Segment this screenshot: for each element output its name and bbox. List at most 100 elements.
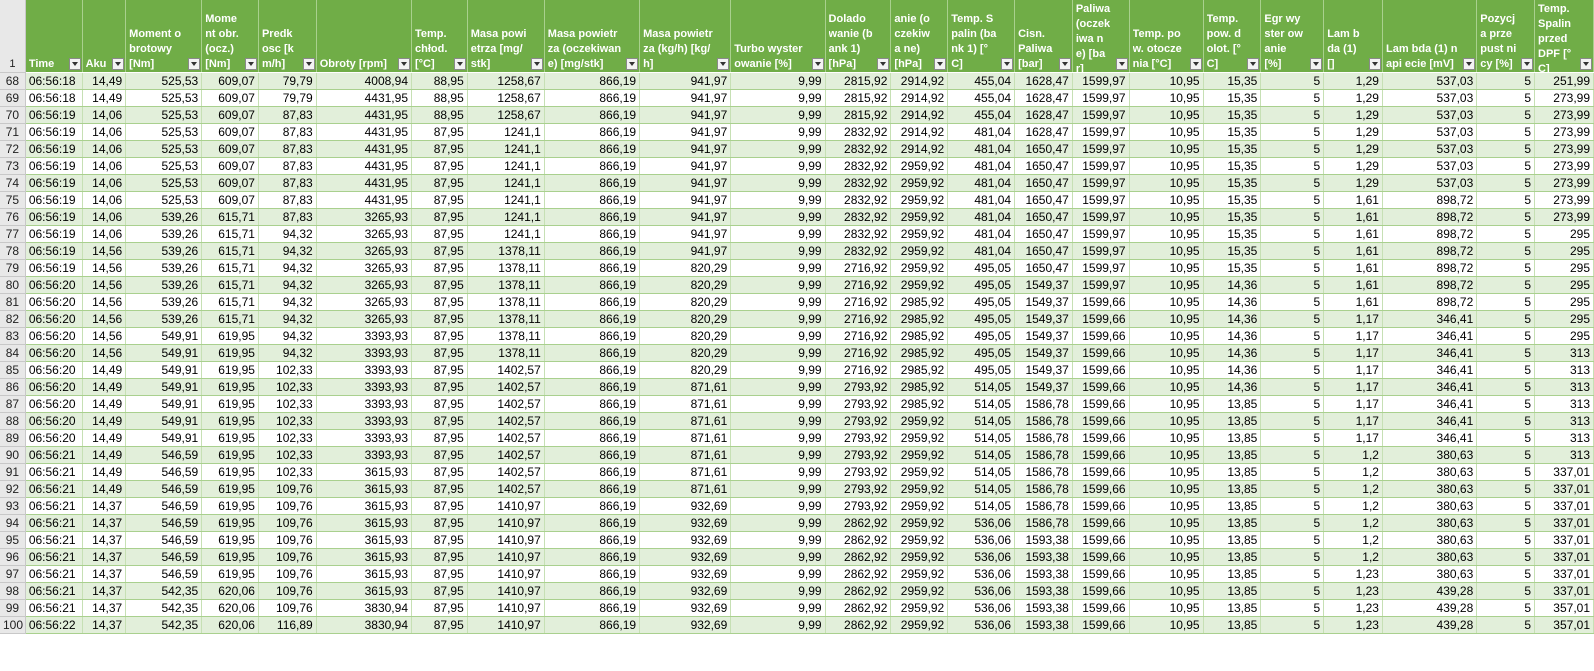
table-cell[interactable]: 14,37 <box>82 582 127 600</box>
table-cell[interactable]: 1,61 <box>1323 293 1383 311</box>
table-cell[interactable]: 932,69 <box>639 599 732 617</box>
table-cell[interactable]: 1402,57 <box>467 429 545 447</box>
table-cell[interactable]: 87,95 <box>411 208 468 226</box>
table-cell[interactable]: 06:56:19 <box>25 191 83 209</box>
table-cell[interactable]: 5 <box>1476 208 1536 226</box>
table-cell[interactable]: 1241,1 <box>467 140 545 158</box>
filter-dropdown-icon[interactable] <box>1001 57 1014 70</box>
column-header[interactable]: Obroty [rpm] <box>316 0 413 73</box>
table-cell[interactable]: 1,61 <box>1323 276 1383 294</box>
table-cell[interactable]: 1599,97 <box>1072 123 1130 141</box>
table-cell[interactable]: 1650,47 <box>1014 259 1073 277</box>
table-cell[interactable]: 2985,92 <box>890 395 949 413</box>
table-cell[interactable]: 9,99 <box>730 361 826 379</box>
table-cell[interactable]: 109,76 <box>258 599 317 617</box>
table-cell[interactable]: 1,61 <box>1323 208 1383 226</box>
table-cell[interactable]: 1549,37 <box>1014 276 1073 294</box>
table-cell[interactable]: 871,61 <box>639 412 732 430</box>
column-header[interactable]: Temp. pow. dolot. [°C] <box>1203 0 1262 73</box>
table-cell[interactable]: 10,95 <box>1129 514 1204 532</box>
table-cell[interactable]: 87,95 <box>411 463 468 481</box>
table-cell[interactable]: 2985,92 <box>890 361 949 379</box>
table-cell[interactable]: 2793,92 <box>825 497 892 515</box>
table-cell[interactable]: 3393,93 <box>316 378 413 396</box>
table-cell[interactable]: 295 <box>1534 225 1594 243</box>
table-cell[interactable]: 866,19 <box>544 582 641 600</box>
table-cell[interactable]: 3615,93 <box>316 463 413 481</box>
table-cell[interactable]: 615,71 <box>201 225 259 243</box>
table-cell[interactable]: 941,97 <box>639 89 732 107</box>
table-cell[interactable]: 536,06 <box>947 565 1016 583</box>
row-number[interactable]: 75 <box>0 191 26 209</box>
table-cell[interactable]: 5 <box>1476 531 1536 549</box>
table-cell[interactable]: 5 <box>1260 531 1325 549</box>
table-cell[interactable]: 273,99 <box>1534 191 1594 209</box>
filter-dropdown-icon[interactable] <box>453 57 466 70</box>
column-header[interactable]: Moment obr. (ocz.) [Nm] <box>201 0 259 73</box>
table-cell[interactable]: 2985,92 <box>890 310 949 328</box>
column-header[interactable]: Lam bda (1) napi ecie [mV] <box>1382 0 1478 73</box>
table-cell[interactable]: 820,29 <box>639 310 732 328</box>
table-cell[interactable]: 337,01 <box>1534 480 1594 498</box>
table-cell[interactable]: 495,05 <box>947 361 1016 379</box>
table-cell[interactable]: 866,19 <box>544 310 641 328</box>
table-cell[interactable]: 866,19 <box>544 361 641 379</box>
row-number[interactable]: 71 <box>0 123 26 141</box>
table-cell[interactable]: 539,26 <box>125 225 203 243</box>
row-number[interactable]: 89 <box>0 429 26 447</box>
table-cell[interactable]: 2985,92 <box>890 344 949 362</box>
table-cell[interactable]: 1650,47 <box>1014 174 1073 192</box>
table-cell[interactable]: 5 <box>1260 514 1325 532</box>
table-cell[interactable]: 1549,37 <box>1014 310 1073 328</box>
table-cell[interactable]: 380,63 <box>1382 446 1478 464</box>
column-header[interactable]: Temp. Spalin przed DPF [°C] <box>1534 0 1594 73</box>
table-cell[interactable]: 1402,57 <box>467 463 545 481</box>
table-cell[interactable]: 1,23 <box>1323 565 1383 583</box>
table-cell[interactable]: 1650,47 <box>1014 208 1073 226</box>
table-cell[interactable]: 2793,92 <box>825 378 892 396</box>
table-cell[interactable]: 1,29 <box>1323 72 1383 90</box>
table-cell[interactable]: 1,29 <box>1323 89 1383 107</box>
table-cell[interactable]: 10,95 <box>1129 344 1204 362</box>
table-cell[interactable]: 102,33 <box>258 395 317 413</box>
table-cell[interactable]: 5 <box>1260 497 1325 515</box>
table-cell[interactable]: 5 <box>1476 565 1536 583</box>
filter-dropdown-icon[interactable] <box>1115 57 1128 70</box>
table-cell[interactable]: 615,71 <box>201 310 259 328</box>
table-cell[interactable]: 866,19 <box>544 514 641 532</box>
table-cell[interactable]: 941,97 <box>639 72 732 90</box>
table-cell[interactable]: 2959,92 <box>890 174 949 192</box>
table-cell[interactable]: 941,97 <box>639 208 732 226</box>
table-cell[interactable]: 06:56:19 <box>25 140 83 158</box>
table-cell[interactable]: 5 <box>1260 157 1325 175</box>
table-cell[interactable]: 13,85 <box>1203 395 1262 413</box>
table-cell[interactable]: 13,85 <box>1203 531 1262 549</box>
table-cell[interactable]: 14,36 <box>1203 293 1262 311</box>
table-cell[interactable]: 5 <box>1260 378 1325 396</box>
table-cell[interactable]: 87,95 <box>411 157 468 175</box>
table-cell[interactable]: 380,63 <box>1382 497 1478 515</box>
table-cell[interactable]: 9,99 <box>730 293 826 311</box>
table-cell[interactable]: 536,06 <box>947 548 1016 566</box>
table-cell[interactable]: 9,99 <box>730 514 826 532</box>
table-cell[interactable]: 15,35 <box>1203 89 1262 107</box>
table-cell[interactable]: 5 <box>1260 327 1325 345</box>
table-cell[interactable]: 5 <box>1476 225 1536 243</box>
table-cell[interactable]: 546,59 <box>125 480 203 498</box>
row-number[interactable]: 84 <box>0 344 26 362</box>
table-cell[interactable]: 102,33 <box>258 378 317 396</box>
table-cell[interactable]: 866,19 <box>544 497 641 515</box>
row-number[interactable]: 68 <box>0 72 26 90</box>
table-cell[interactable]: 14,37 <box>82 616 127 634</box>
table-cell[interactable]: 2832,92 <box>825 208 892 226</box>
table-cell[interactable]: 866,19 <box>544 191 641 209</box>
table-cell[interactable]: 1599,97 <box>1072 259 1130 277</box>
table-cell[interactable]: 542,35 <box>125 582 203 600</box>
table-cell[interactable]: 2959,92 <box>890 497 949 515</box>
table-cell[interactable]: 380,63 <box>1382 565 1478 583</box>
table-cell[interactable]: 5 <box>1476 463 1536 481</box>
table-cell[interactable]: 2793,92 <box>825 429 892 447</box>
table-cell[interactable]: 5 <box>1476 361 1536 379</box>
table-cell[interactable]: 2959,92 <box>890 599 949 617</box>
table-cell[interactable]: 87,83 <box>258 174 317 192</box>
